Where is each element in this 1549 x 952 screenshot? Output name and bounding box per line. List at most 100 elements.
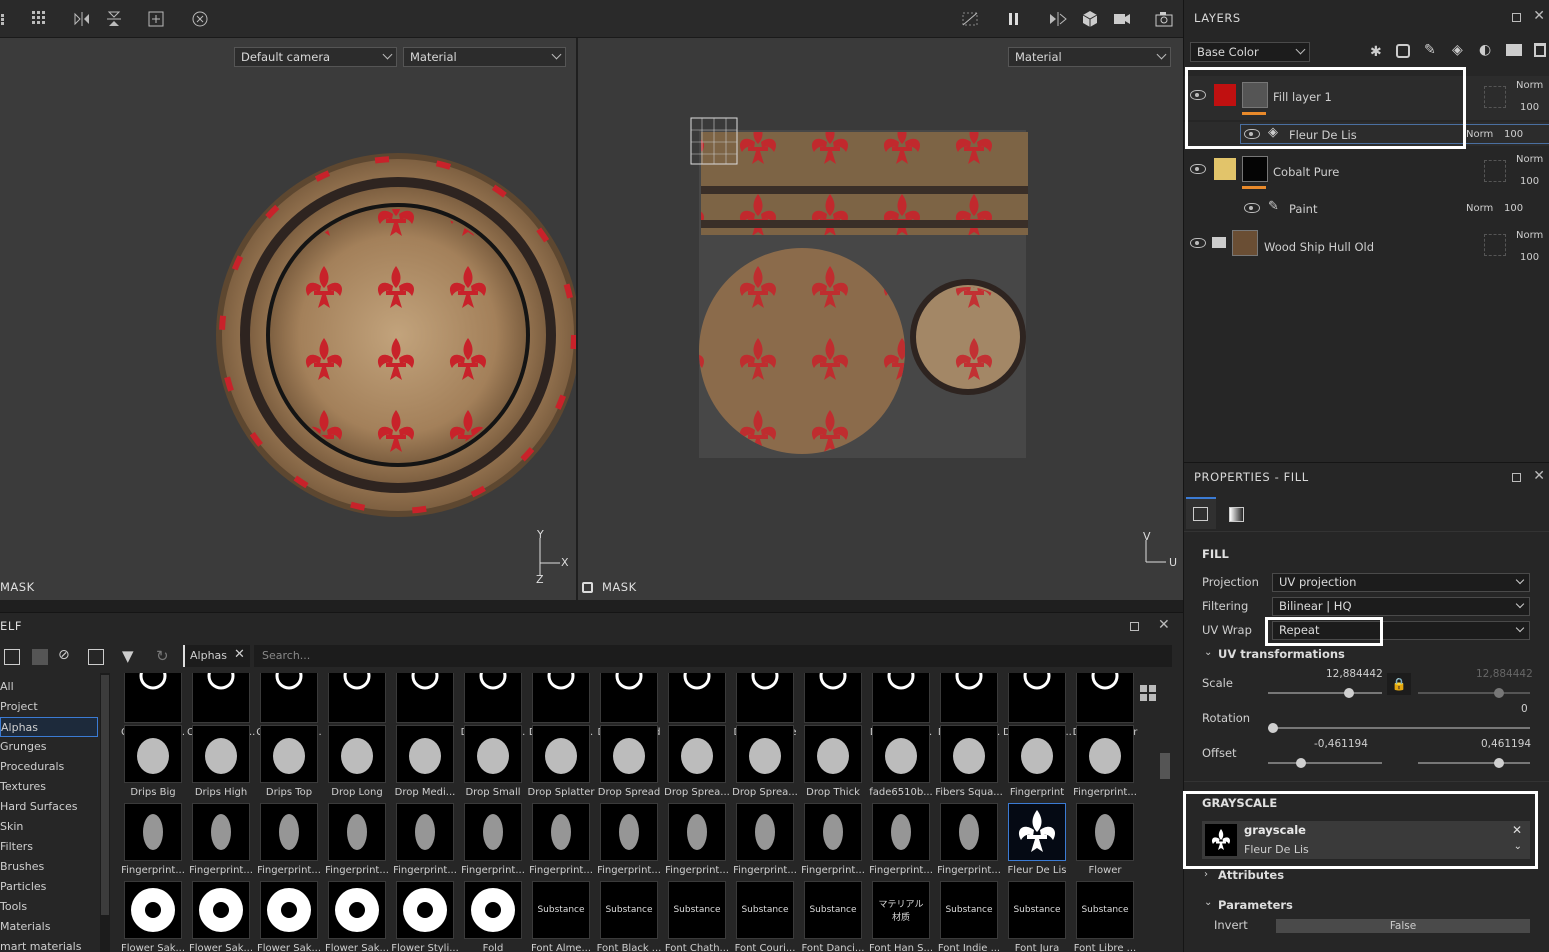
mask-toggle-icon[interactable] [582,582,593,593]
resource-thumbnail[interactable] [260,881,318,939]
resource-thumbnail[interactable]: Substance [1008,881,1066,939]
visibility-eye-icon[interactable] [1244,129,1260,139]
resource-thumbnail[interactable] [600,725,658,783]
rotation-value[interactable]: 0 [1521,703,1528,715]
resource-thumbnail[interactable] [1076,803,1134,861]
projection-select[interactable]: UV projection [1272,573,1530,592]
chevron-down-icon[interactable]: ⌄ [1514,841,1522,852]
category-item[interactable]: Particles [0,877,98,897]
resource-thumbnail[interactable]: Substance [532,881,590,939]
resource-thumbnail[interactable] [464,725,522,783]
close-icon[interactable]: ✕ [1533,8,1545,24]
resource-thumbnail[interactable] [124,725,182,783]
resource-thumbnail[interactable] [668,803,726,861]
hide-icon[interactable]: ⊘ [58,647,70,663]
resource-thumbnail[interactable] [328,803,386,861]
resource-thumbnail[interactable] [464,881,522,939]
resource-thumbnail[interactable] [872,725,930,783]
offset-x-slider[interactable] [1268,758,1382,768]
resource-thumbnail[interactable] [532,673,590,723]
resource-thumbnail[interactable]: Substance [600,881,658,939]
resource-thumbnail[interactable] [736,803,794,861]
layer-row[interactable]: Cobalt Pure Norm 100 [1184,150,1549,194]
chevron-down-icon[interactable]: ⌄ [1204,647,1212,658]
category-item[interactable]: Hard Surfaces [0,797,98,817]
layer-mask-thumb[interactable] [1242,156,1268,182]
resource-thumbnail[interactable] [804,673,862,723]
resource-thumbnail[interactable] [124,673,182,723]
category-scrollbar[interactable] [100,673,110,952]
resource-thumbnail[interactable] [736,725,794,783]
channel-select-layers[interactable]: Base Color [1190,42,1310,62]
resource-thumbnail[interactable]: Substance [940,881,998,939]
blend-mode[interactable]: Norm [1466,203,1493,214]
uvtrans-title[interactable]: UV transformations [1218,647,1345,661]
resource-thumbnail[interactable] [804,725,862,783]
attributes-section[interactable]: Attributes [1218,868,1284,882]
maximize-icon[interactable] [1130,622,1139,631]
resource-thumbnail[interactable] [260,673,318,723]
fill-layer-icon[interactable]: ◈ [1452,42,1463,58]
close-icon[interactable]: ✕ [1158,617,1170,633]
resource-thumbnail[interactable] [668,673,726,723]
resource-thumbnail[interactable] [600,803,658,861]
category-item[interactable]: Project [0,697,98,717]
grid-view-icon[interactable] [1140,685,1156,701]
resource-thumbnail[interactable]: マテリアル 材质 [872,881,930,939]
save-icon[interactable] [32,649,48,665]
resource-thumbnail[interactable] [532,725,590,783]
folder-icon[interactable] [1506,44,1522,56]
opacity-value[interactable]: 100 [1520,102,1539,113]
blend-mode[interactable]: Norm [1516,154,1543,165]
resource-thumbnail[interactable] [1008,803,1066,861]
search-input[interactable]: Search... [254,645,1172,667]
hide-icon[interactable] [960,9,980,29]
blend-mode[interactable]: Norm [1466,129,1493,140]
category-item[interactable]: Skin [0,817,98,837]
grid-scrollbar[interactable] [1160,753,1170,779]
category-item[interactable]: Grunges [0,737,98,757]
resource-thumbnail[interactable]: Substance [804,881,862,939]
resource-thumbnail[interactable] [600,673,658,723]
uvwrap-select[interactable]: Repeat [1272,621,1530,640]
category-item[interactable]: Filters [0,837,98,857]
paint-layer-icon[interactable]: ✎ [1424,42,1436,58]
resource-thumbnail[interactable] [804,803,862,861]
category-item[interactable]: Procedurals [0,757,98,777]
filter-tag[interactable]: Alphas ✕ [183,645,250,667]
blend-mode[interactable]: Norm [1516,230,1543,241]
layer-row[interactable]: Fill layer 1 Norm 100 [1184,76,1549,120]
mask-color-icon[interactable]: ◐ [1479,42,1491,58]
mirror-y-icon[interactable] [104,9,124,29]
refresh-icon[interactable]: ↻ [156,647,169,665]
layer-mask-thumb[interactable] [1242,82,1268,108]
resource-thumbnail[interactable] [192,725,250,783]
category-item[interactable]: Tools [0,897,98,917]
maximize-icon[interactable] [1512,13,1521,22]
visibility-eye-icon[interactable] [1244,203,1260,213]
category-item[interactable]: Materials [0,917,98,937]
resource-thumbnail[interactable] [872,803,930,861]
resource-thumbnail[interactable] [940,673,998,723]
resource-thumbnail[interactable]: Substance [736,881,794,939]
resource-thumbnail[interactable] [464,673,522,723]
resource-thumbnail[interactable] [668,725,726,783]
clear-icon[interactable]: ✕ [1512,823,1522,837]
resource-thumbnail[interactable] [396,803,454,861]
viewport-3d[interactable]: Default camera Material Y X Z MASK [0,38,576,600]
menu-icon[interactable] [0,9,14,29]
resource-thumbnail[interactable] [1008,725,1066,783]
visibility-eye-icon[interactable] [1190,90,1206,100]
new-resource-icon[interactable] [4,649,20,665]
effect-row[interactable]: ✎ Paint Norm 100 [1184,196,1549,220]
offset-y-value[interactable]: 0,461194 [1481,738,1531,750]
add-frame-icon[interactable] [146,9,166,29]
maximize-icon[interactable] [1512,473,1521,482]
close-icon[interactable]: ✕ [1533,468,1545,484]
resource-thumbnail[interactable] [192,881,250,939]
parameters-section[interactable]: Parameters [1218,898,1293,912]
resource-thumbnail[interactable] [396,673,454,723]
scale-slider[interactable] [1268,688,1382,698]
opacity-value[interactable]: 100 [1504,129,1523,140]
resource-thumbnail[interactable] [464,803,522,861]
